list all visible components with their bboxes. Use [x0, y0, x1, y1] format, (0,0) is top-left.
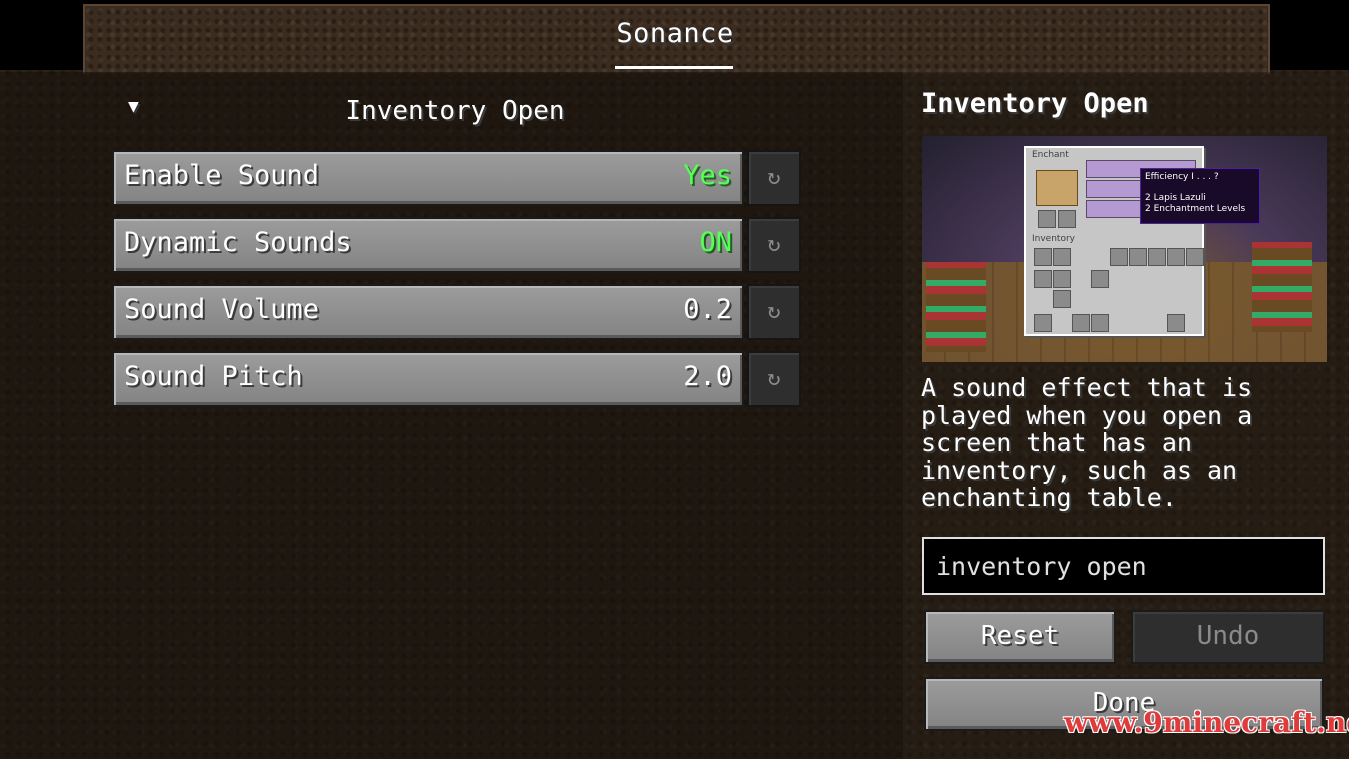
option-row-dynamic-sounds: Dynamic Sounds ON ↻ [112, 217, 801, 273]
inventory-slot [1186, 248, 1204, 266]
collapse-arrow-icon[interactable]: ▼ [128, 96, 139, 117]
info-title: Inventory Open [921, 88, 1149, 119]
sonance-config-screen: Sonance ▼ Inventory Open Enable Sound Ye… [0, 0, 1349, 759]
hotbar-slot [1072, 314, 1090, 332]
tooltip-line: 2 Lapis Lazuli [1145, 193, 1206, 203]
reset-icon[interactable]: ↻ [747, 217, 801, 273]
group-title: Inventory Open [345, 96, 565, 126]
inventory-slot [1053, 290, 1071, 308]
reset-icon[interactable]: ↻ [747, 284, 801, 340]
preview-image: Enchant Inventory Efficiency I . . . ? 2… [922, 136, 1327, 362]
enchant-label: Enchant [1032, 150, 1069, 160]
inventory-slot [1167, 248, 1185, 266]
inventory-slot [1053, 248, 1071, 266]
option-value: ON [699, 227, 732, 258]
reset-icon[interactable]: ↻ [747, 351, 801, 407]
undo-button[interactable]: Undo [1131, 610, 1325, 664]
tooltip-line: Efficiency I . . . ? [1145, 172, 1219, 182]
option-label: Dynamic Sounds [124, 227, 352, 258]
pickaxe-slot [1038, 210, 1056, 228]
inventory-slot [1091, 270, 1109, 288]
inventory-slot [1110, 248, 1128, 266]
option-row-enable-sound: Enable Sound Yes ↻ [112, 150, 801, 206]
search-input-value: inventory open [936, 552, 1147, 581]
option-value: 0.2 [683, 294, 732, 325]
tab-underline [615, 66, 733, 69]
reset-icon[interactable]: ↻ [747, 150, 801, 206]
tab-sonance[interactable]: Sonance [615, 18, 735, 66]
search-input[interactable]: inventory open [922, 537, 1325, 595]
option-label: Enable Sound [124, 160, 320, 191]
bookshelf [926, 262, 986, 352]
option-label: Sound Pitch [124, 361, 303, 392]
tooltip-line: 2 Enchantment Levels [1145, 204, 1246, 214]
option-row-sound-volume: Sound Volume 0.2 ↻ [112, 284, 801, 340]
inventory-label: Inventory [1032, 234, 1075, 244]
inventory-slot [1129, 248, 1147, 266]
hotbar-slot [1091, 314, 1109, 332]
lapis-slot [1058, 210, 1076, 228]
enchant-tooltip: Efficiency I . . . ? 2 Lapis Lazuli 2 En… [1140, 168, 1260, 224]
inventory-slot [1148, 248, 1166, 266]
reset-button[interactable]: Reset [924, 610, 1116, 664]
enchant-book-icon [1036, 170, 1078, 206]
watermark: www.9minecraft.net [1064, 706, 1349, 739]
hotbar-slot [1167, 314, 1185, 332]
bookshelf [1252, 242, 1312, 332]
sound-pitch-slider[interactable]: Sound Pitch 2.0 [112, 351, 744, 407]
option-value: Yes [683, 160, 732, 191]
sound-volume-slider[interactable]: Sound Volume 0.2 [112, 284, 744, 340]
enable-sound-button[interactable]: Enable Sound Yes [112, 150, 744, 206]
hotbar-slot [1034, 314, 1052, 332]
info-description: A sound effect that is played when you o… [921, 373, 1253, 512]
dynamic-sounds-button[interactable]: Dynamic Sounds ON [112, 217, 744, 273]
option-label: Sound Volume [124, 294, 320, 325]
option-row-sound-pitch: Sound Pitch 2.0 ↻ [112, 351, 801, 407]
inventory-slot [1034, 248, 1052, 266]
inventory-slot [1034, 270, 1052, 288]
option-value: 2.0 [683, 361, 732, 392]
inventory-slot [1053, 270, 1071, 288]
